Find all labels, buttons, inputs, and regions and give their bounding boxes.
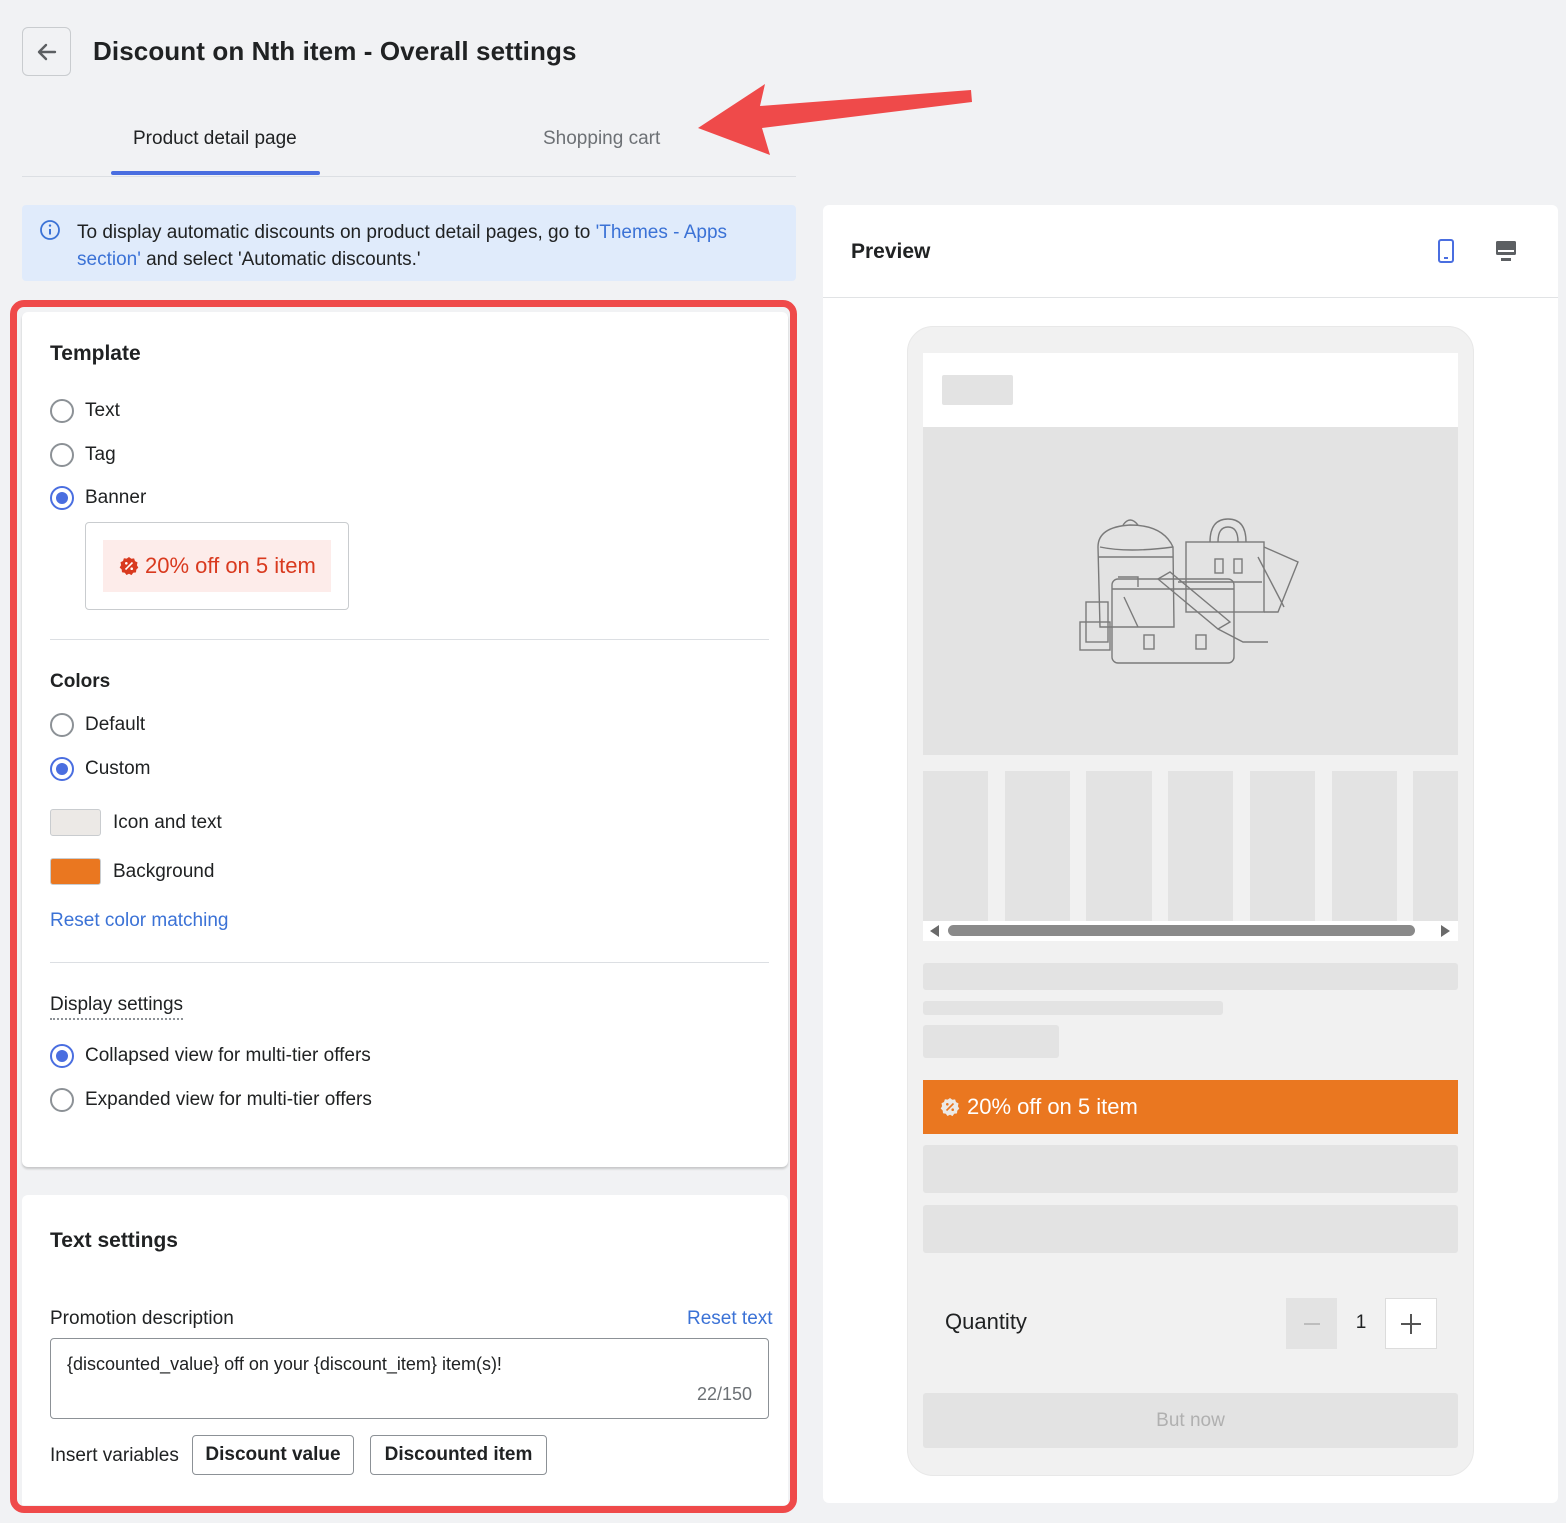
discounted-item-button[interactable]: Discounted item <box>370 1435 547 1475</box>
background-color-picker[interactable]: Background <box>50 858 214 885</box>
info-banner: To display automatic discounts on produc… <box>22 205 796 281</box>
placeholder-logo <box>942 375 1013 405</box>
tab-product-detail-page[interactable]: Product detail page <box>133 128 297 150</box>
back-button[interactable] <box>22 27 71 76</box>
plus-icon <box>1401 1313 1421 1334</box>
radio-label-collapsed: Collapsed view for multi-tier offers <box>85 1045 371 1066</box>
scroll-right-icon[interactable] <box>1440 924 1452 938</box>
active-tab-indicator <box>111 171 320 175</box>
radio-label-tag: Tag <box>85 444 116 465</box>
radio-label-default: Default <box>85 714 146 735</box>
divider <box>50 962 769 963</box>
icon-text-color-label: Icon and text <box>113 811 222 833</box>
discount-value-button[interactable]: Discount value <box>192 1435 354 1475</box>
radio-default[interactable] <box>50 713 74 737</box>
preview-header: Preview <box>823 205 1558 298</box>
quantity-increase-button[interactable] <box>1385 1298 1437 1349</box>
info-text-after: and select 'Automatic discounts.' <box>140 249 421 270</box>
display-option-collapsed[interactable]: Collapsed view for multi-tier offers <box>50 1044 371 1068</box>
thumbnail[interactable] <box>1005 771 1070 921</box>
thumbnail[interactable] <box>1332 771 1397 921</box>
template-option-text[interactable]: Text <box>50 399 120 423</box>
colors-option-custom[interactable]: Custom <box>50 757 150 781</box>
placeholder-option <box>923 1205 1458 1253</box>
promotion-description-field[interactable]: {discounted_value} off on your {discount… <box>50 1338 769 1419</box>
info-banner-text: To display automatic discounts on produc… <box>77 219 767 273</box>
radio-collapsed[interactable] <box>50 1044 74 1068</box>
template-option-tag[interactable]: Tag <box>50 443 116 467</box>
radio-custom[interactable] <box>50 757 74 781</box>
radio-label-banner: Banner <box>85 487 147 508</box>
character-counter: 22/150 <box>696 1384 752 1404</box>
text-settings-heading: Text settings <box>50 1229 178 1252</box>
quantity-decrease-button[interactable] <box>1286 1298 1337 1349</box>
thumbnail[interactable] <box>1086 771 1152 921</box>
colors-heading: Colors <box>50 671 111 692</box>
placeholder-price <box>923 1025 1059 1058</box>
radio-banner[interactable] <box>50 486 74 510</box>
mobile-device-icon[interactable] <box>1435 238 1457 264</box>
thumbnail[interactable] <box>1413 771 1458 921</box>
background-color-label: Background <box>113 860 215 882</box>
page-title: Discount on Nth item - Overall settings <box>93 36 577 66</box>
minus-icon <box>1303 1322 1320 1325</box>
preview-promo-banner: 20% off on 5 item <box>923 1080 1458 1134</box>
preview-promo-text: 20% off on 5 item <box>967 1094 1138 1119</box>
template-settings-card <box>22 312 788 1167</box>
display-option-expanded[interactable]: Expanded view for multi-tier offers <box>50 1088 372 1112</box>
promotion-description-value: {discounted_value} off on your {discount… <box>67 1354 502 1374</box>
promotion-description-label: Promotion description <box>50 1308 234 1329</box>
icon-text-color-swatch[interactable] <box>50 809 101 836</box>
thumbnail[interactable] <box>1168 771 1233 921</box>
radio-label-text: Text <box>85 400 120 421</box>
radio-tag[interactable] <box>50 443 74 467</box>
divider <box>50 639 769 640</box>
background-color-swatch[interactable] <box>50 858 101 885</box>
banner-chip: 20% off on 5 item <box>103 540 331 592</box>
quantity-value[interactable]: 1 <box>1346 1312 1376 1334</box>
colors-option-default[interactable]: Default <box>50 713 145 737</box>
insert-variables-label: Insert variables <box>50 1445 179 1466</box>
annotation-arrow <box>698 84 972 155</box>
radio-expanded[interactable] <box>50 1088 74 1112</box>
scrollbar-thumb[interactable] <box>948 925 1415 936</box>
discount-badge-icon <box>940 1098 960 1117</box>
tab-bar: Product detail page Shopping cart <box>22 108 796 177</box>
thumbnail[interactable] <box>923 771 988 921</box>
bags-illustration-icon <box>1079 518 1299 664</box>
discount-badge-icon <box>119 557 139 576</box>
banner-template-preview: 20% off on 5 item <box>85 522 349 610</box>
display-settings-heading: Display settings <box>50 994 184 1020</box>
thumbnail[interactable] <box>1250 771 1315 921</box>
template-option-banner[interactable]: Banner <box>50 486 146 510</box>
info-text-before: To display automatic discounts on produc… <box>77 222 596 243</box>
scroll-left-icon[interactable] <box>928 924 940 938</box>
placeholder-subtitle <box>923 1001 1223 1015</box>
template-heading: Template <box>50 342 141 365</box>
placeholder-option <box>923 1145 1458 1193</box>
tab-shopping-cart[interactable]: Shopping cart <box>543 128 660 150</box>
quantity-label: Quantity <box>945 1309 1027 1334</box>
radio-label-expanded: Expanded view for multi-tier offers <box>85 1089 372 1110</box>
reset-text-link[interactable]: Reset text <box>687 1308 773 1330</box>
info-icon <box>40 220 60 240</box>
placeholder-product-title <box>923 963 1458 990</box>
buy-now-button[interactable]: But now <box>923 1393 1458 1448</box>
arrow-left-icon <box>37 43 56 60</box>
icon-text-color-picker[interactable]: Icon and text <box>50 809 222 836</box>
preview-title: Preview <box>851 240 931 263</box>
reset-color-matching-link[interactable]: Reset color matching <box>50 910 228 932</box>
radio-label-custom: Custom <box>85 758 151 779</box>
radio-text[interactable] <box>50 399 74 423</box>
banner-chip-text: 20% off on 5 item <box>145 553 316 578</box>
desktop-device-icon[interactable] <box>1494 238 1518 264</box>
